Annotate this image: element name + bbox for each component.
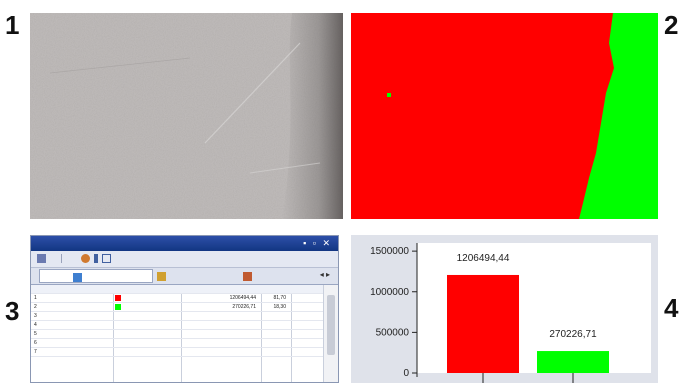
area-value: 270226,71	[232, 304, 256, 310]
panel-number-4: 4	[664, 293, 679, 323]
row-number: 3	[34, 313, 37, 319]
table-row[interactable]: 3	[31, 312, 324, 321]
micrograph-texture	[30, 13, 343, 219]
tab-table[interactable]	[39, 269, 153, 283]
panel-number-2: 2	[664, 10, 679, 40]
panel-number-1: 1	[5, 10, 20, 40]
bar-chart: 1500000 1000000 500000 0 1206494,44 270226,71	[370, 243, 651, 383]
area-value: 1206494,44	[229, 295, 256, 301]
row-number: 1	[34, 295, 37, 301]
bar-data-label: 270226,71	[549, 329, 597, 340]
window-buttons[interactable]: ▪ ▫ ✕	[303, 238, 332, 249]
bar-chart-panel: 1500000 1000000 500000 0 1206494,44 270226,71	[351, 235, 658, 383]
toolbar-separator	[61, 254, 62, 263]
edit-icon[interactable]	[94, 254, 98, 263]
percent-value: 81,70	[273, 295, 286, 301]
row-number: 4	[34, 322, 37, 328]
panel-number-3: 3	[5, 296, 20, 326]
color-swatch	[115, 304, 121, 310]
table-row[interactable]: 6	[31, 339, 324, 348]
tab-image[interactable]	[237, 269, 307, 283]
tab-bar: ◂ ▸	[31, 268, 338, 285]
scrollbar-thumb[interactable]	[327, 295, 335, 355]
results-window: ▪ ▫ ✕ ◂ ▸ 1 1206494,44 81,70 2 270226,71 18,3…	[30, 235, 339, 383]
toolbar	[31, 251, 338, 268]
dropdown-icon[interactable]	[37, 254, 46, 263]
segmentation-map	[351, 13, 658, 219]
grid-header-row	[31, 285, 324, 294]
row-number: 7	[34, 349, 37, 355]
row-number: 2	[34, 304, 37, 310]
table-row[interactable]: 1 1206494,44 81,70	[31, 294, 324, 303]
color-swatch	[115, 295, 121, 301]
segmentation-shapes	[351, 13, 658, 219]
bar-2	[537, 351, 609, 373]
bar-1	[447, 274, 519, 373]
red-region	[351, 13, 614, 219]
table-row[interactable]: 2 270226,71 18,30	[31, 303, 324, 312]
row-number: 5	[34, 331, 37, 337]
image-icon	[243, 272, 252, 281]
table-row[interactable]: 5	[31, 330, 324, 339]
window-titlebar: ▪ ▫ ✕	[31, 236, 338, 251]
percent-value: 18,30	[273, 304, 286, 310]
table-row[interactable]: 7	[31, 348, 324, 357]
table-row[interactable]: 4	[31, 321, 324, 330]
y-tick-label: 500000	[376, 327, 410, 338]
y-tick-label: 0	[403, 368, 409, 379]
y-tick-label: 1500000	[370, 246, 409, 257]
tab-chart[interactable]	[155, 269, 235, 283]
grid-icon[interactable]	[102, 254, 111, 263]
filter-icon[interactable]	[81, 254, 90, 263]
data-grid: 1 1206494,44 81,70 2 270226,71 18,30 3 4 5 6 7	[31, 285, 324, 382]
table-icon	[73, 273, 82, 282]
bar-data-label: 1206494,44	[457, 253, 510, 264]
y-tick-label: 1000000	[370, 287, 409, 298]
vertical-scrollbar[interactable]	[323, 285, 338, 382]
row-number: 6	[34, 340, 37, 346]
tab-scroll-arrows[interactable]: ◂ ▸	[320, 270, 330, 279]
green-speck	[387, 93, 391, 97]
micrograph-image	[30, 13, 343, 219]
chart-icon	[157, 272, 166, 281]
